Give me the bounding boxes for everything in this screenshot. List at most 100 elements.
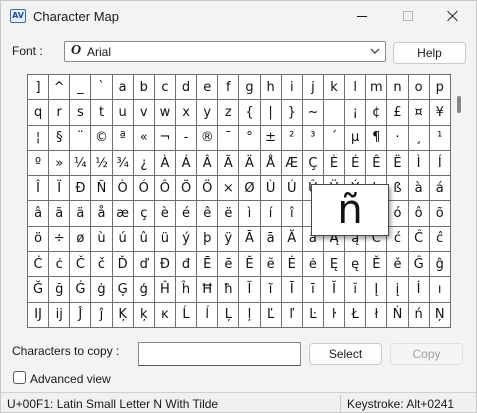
char-cell[interactable]: ķ	[133, 302, 155, 328]
char-cell[interactable]: È	[323, 150, 346, 177]
char-cell[interactable]: j	[302, 75, 324, 101]
char-cell[interactable]: Ė	[281, 252, 303, 278]
char-cell[interactable]: ±	[260, 125, 282, 151]
char-cell[interactable]: `	[91, 75, 113, 101]
char-cell[interactable]: Ñ	[91, 176, 113, 202]
char-cell[interactable]: º	[28, 150, 50, 177]
char-cell[interactable]: Ņ	[429, 302, 451, 328]
char-cell[interactable]: _	[70, 75, 92, 101]
char-cell[interactable]: Ĭ	[323, 277, 346, 303]
char-cell[interactable]: z	[218, 100, 240, 126]
char-cell[interactable]: ħ	[218, 277, 240, 303]
char-cell[interactable]: ã	[49, 201, 71, 227]
char-cell[interactable]: ĩ	[260, 277, 282, 303]
char-cell[interactable]: c	[154, 75, 176, 101]
char-cell[interactable]: Ö	[197, 176, 219, 202]
char-cell[interactable]: l	[345, 75, 367, 101]
char-cell[interactable]: Ē	[197, 252, 219, 278]
char-cell[interactable]: ļ	[239, 302, 261, 328]
char-cell[interactable]: |	[260, 100, 282, 126]
char-cell[interactable]: ċ	[49, 252, 71, 278]
char-cell[interactable]: ĸ	[154, 302, 176, 328]
char-cell[interactable]: Ċ	[28, 252, 50, 278]
char-cell[interactable]: ā	[260, 226, 282, 253]
char-cell[interactable]: a	[112, 75, 134, 101]
char-cell[interactable]: n	[387, 75, 409, 101]
char-cell[interactable]: Ĵ	[70, 302, 92, 328]
char-cell[interactable]: ĥ	[175, 277, 198, 303]
char-cell[interactable]: Ô	[154, 176, 176, 202]
char-cell[interactable]: ¸	[408, 125, 430, 151]
char-cell[interactable]: ¼	[70, 150, 92, 177]
char-cell[interactable]: ª	[112, 125, 134, 151]
char-cell[interactable]: Ģ	[112, 277, 134, 303]
char-cell[interactable]: Å	[260, 150, 282, 177]
char-cell[interactable]: ġ	[91, 277, 113, 303]
char-cell[interactable]: ė	[302, 252, 324, 278]
char-cell[interactable]	[323, 100, 346, 126]
char-cell[interactable]: d	[175, 75, 198, 101]
char-cell[interactable]: Đ	[154, 252, 176, 278]
char-cell[interactable]: Ğ	[28, 277, 50, 303]
char-cell[interactable]: ć	[387, 226, 409, 253]
char-cell[interactable]: Ĥ	[154, 277, 176, 303]
char-cell[interactable]: Ě	[366, 252, 388, 278]
char-cell[interactable]: ¢	[366, 100, 388, 126]
char-cell[interactable]: Ä	[239, 150, 261, 177]
char-cell[interactable]: Ø	[239, 176, 261, 202]
char-cell[interactable]: o	[408, 75, 430, 101]
char-cell[interactable]: ©	[91, 125, 113, 151]
char-cell[interactable]: ĉ	[429, 226, 451, 253]
char-cell[interactable]: ú	[112, 226, 134, 253]
char-cell[interactable]: ù	[91, 226, 113, 253]
help-button[interactable]: Help	[393, 42, 466, 64]
char-cell[interactable]: à	[408, 176, 430, 202]
char-cell[interactable]: Î	[28, 176, 50, 202]
char-cell[interactable]: ø	[70, 226, 92, 253]
char-cell[interactable]: å	[91, 201, 113, 227]
char-cell[interactable]: ē	[218, 252, 240, 278]
char-cell[interactable]: ¾	[112, 150, 134, 177]
char-cell[interactable]: Ò	[112, 176, 134, 202]
advanced-view-label[interactable]: Advanced view	[30, 372, 111, 386]
char-cell[interactable]: ç	[133, 201, 155, 227]
char-cell[interactable]: °	[239, 125, 261, 151]
char-cell[interactable]: b	[133, 75, 155, 101]
char-cell[interactable]: h	[260, 75, 282, 101]
char-cell[interactable]: ¬	[154, 125, 176, 151]
char-cell[interactable]: µ	[345, 125, 367, 151]
char-cell[interactable]: p	[429, 75, 451, 101]
char-cell[interactable]: ¤	[408, 100, 430, 126]
char-cell[interactable]: ý	[175, 226, 198, 253]
char-cell[interactable]: ğ	[49, 277, 71, 303]
char-cell[interactable]: Â	[197, 150, 219, 177]
char-cell[interactable]: ¨	[70, 125, 92, 151]
char-cell[interactable]: Č	[70, 252, 92, 278]
char-cell[interactable]: ^	[49, 75, 71, 101]
char-cell[interactable]: k	[323, 75, 346, 101]
char-cell[interactable]: «	[133, 125, 155, 151]
char-cell[interactable]: v	[133, 100, 155, 126]
char-cell[interactable]: Õ	[175, 176, 198, 202]
char-cell[interactable]: è	[154, 201, 176, 227]
char-cell[interactable]: }	[281, 100, 303, 126]
char-cell[interactable]: ľ	[281, 302, 303, 328]
char-cell[interactable]: ä	[70, 201, 92, 227]
char-cell[interactable]: i	[281, 75, 303, 101]
char-cell[interactable]: ó	[387, 201, 409, 227]
char-cell[interactable]: ë	[218, 201, 240, 227]
char-cell[interactable]: â	[28, 201, 50, 227]
char-cell[interactable]: Ń	[387, 302, 409, 328]
char-cell[interactable]: ³	[302, 125, 324, 151]
char-cell[interactable]: ÷	[49, 226, 71, 253]
char-cell[interactable]: ¹	[429, 125, 451, 151]
char-cell[interactable]: ł	[366, 302, 388, 328]
char-cell[interactable]: Ð	[70, 176, 92, 202]
char-cell[interactable]: ı	[429, 277, 451, 303]
char-cell[interactable]: í	[260, 201, 282, 227]
char-cell[interactable]: ô	[408, 201, 430, 227]
char-cell[interactable]: į	[387, 277, 409, 303]
char-cell[interactable]: À	[154, 150, 176, 177]
char-cell[interactable]: ·	[387, 125, 409, 151]
char-cell[interactable]: ĭ	[345, 277, 367, 303]
